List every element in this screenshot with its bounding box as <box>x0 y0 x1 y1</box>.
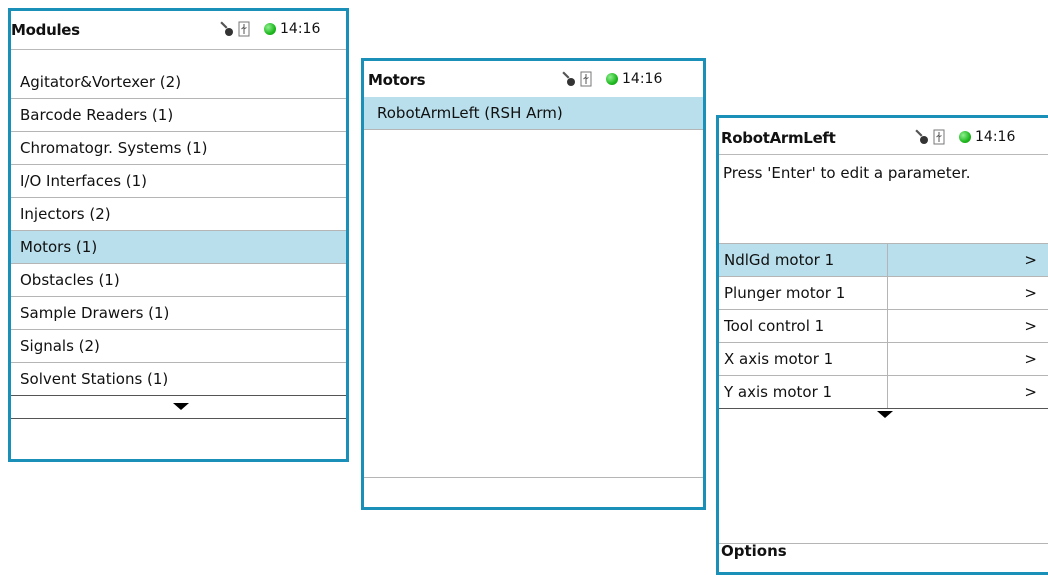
header-divider <box>719 154 1048 155</box>
parameter-name: Y axis motor 1 <box>724 376 888 408</box>
motors-list: RobotArmLeft (RSH Arm) <box>364 97 703 130</box>
parameter-table: NdlGd motor 1 > Plunger motor 1 > Tool c… <box>719 243 1048 431</box>
list-item[interactable]: Injectors (2) <box>11 198 346 231</box>
robotarm-panel: RobotArmLeft 14:16 Press 'Enter' to edit… <box>716 115 1048 575</box>
modules-panel: Modules 14:16 Agitator&Vortexer (2) Barc… <box>8 8 349 462</box>
clock: 14:16 <box>975 129 1016 145</box>
motors-header: Motors 14:16 <box>364 61 703 99</box>
status-bar: 14:16 <box>218 18 320 40</box>
connection-status-icon <box>264 23 276 35</box>
parameter-value: > <box>1024 251 1037 269</box>
parameter-name: Tool control 1 <box>724 310 888 342</box>
clock: 14:16 <box>622 71 663 87</box>
usb-icon <box>238 21 250 37</box>
usb-icon <box>933 129 945 145</box>
clock: 14:16 <box>280 21 321 37</box>
list-item[interactable]: I/O Interfaces (1) <box>11 165 346 198</box>
list-item[interactable]: Sample Drawers (1) <box>11 297 346 330</box>
connection-status-icon <box>606 73 618 85</box>
modules-header: Modules 14:16 <box>11 11 346 50</box>
status-bar: 14:16 <box>913 126 1015 148</box>
parameter-value: > <box>1024 383 1037 401</box>
scroll-down-indicator[interactable] <box>11 396 346 419</box>
options-softkey[interactable]: Options <box>721 542 787 560</box>
key-icon <box>562 71 575 86</box>
parameter-value: > <box>1024 317 1037 335</box>
footer-divider <box>364 477 703 478</box>
list-item[interactable]: Solvent Stations (1) <box>11 363 346 396</box>
table-row-selected[interactable]: NdlGd motor 1 > <box>719 244 1048 277</box>
page-title: RobotArmLeft <box>721 129 836 147</box>
modules-list: Agitator&Vortexer (2) Barcode Readers (1… <box>11 66 346 419</box>
table-row[interactable]: X axis motor 1 > <box>719 343 1048 376</box>
key-icon <box>915 129 928 144</box>
list-item[interactable]: Signals (2) <box>11 330 346 363</box>
list-item[interactable]: Obstacles (1) <box>11 264 346 297</box>
usb-icon <box>580 71 592 87</box>
key-icon <box>220 21 233 36</box>
parameter-name: NdlGd motor 1 <box>724 244 888 276</box>
page-title: Motors <box>368 71 426 89</box>
list-item[interactable]: Chromatogr. Systems (1) <box>11 132 346 165</box>
chevron-down-icon <box>173 403 189 410</box>
list-item[interactable]: Agitator&Vortexer (2) <box>11 66 346 99</box>
robotarm-header: RobotArmLeft 14:16 <box>719 118 1048 154</box>
table-row[interactable]: Y axis motor 1 > <box>719 376 1048 409</box>
parameter-name: X axis motor 1 <box>724 343 888 375</box>
table-row[interactable]: Tool control 1 > <box>719 310 1048 343</box>
connection-status-icon <box>959 131 971 143</box>
scroll-down-indicator[interactable] <box>719 409 1048 431</box>
chevron-down-icon <box>877 411 893 418</box>
list-item-selected[interactable]: RobotArmLeft (RSH Arm) <box>364 97 703 130</box>
table-row[interactable]: Plunger motor 1 > <box>719 277 1048 310</box>
list-item-selected[interactable]: Motors (1) <box>11 231 346 264</box>
parameter-value: > <box>1024 284 1037 302</box>
instruction-text: Press 'Enter' to edit a parameter. <box>723 164 971 182</box>
parameter-value: > <box>1024 350 1037 368</box>
status-bar: 14:16 <box>560 68 662 90</box>
page-title: Modules <box>11 21 80 39</box>
motors-panel: Motors 14:16 RobotArmLeft (RSH Arm) <box>361 58 706 510</box>
parameter-name: Plunger motor 1 <box>724 277 888 309</box>
list-item[interactable]: Barcode Readers (1) <box>11 99 346 132</box>
